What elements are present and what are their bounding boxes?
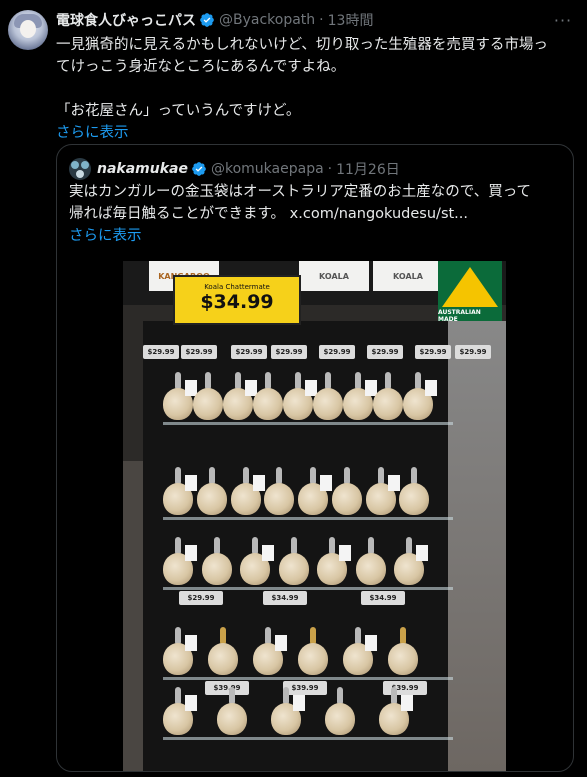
product-tag xyxy=(401,695,413,711)
quote-text-line: 実はカンガルーの金玉袋はオーストラリア定番のお土産なので、買って xyxy=(69,184,531,200)
product-tag xyxy=(365,635,377,651)
glass-shelf xyxy=(163,422,453,425)
quote-avatar xyxy=(69,158,91,180)
kangaroo-pouch xyxy=(298,643,328,675)
product-tag xyxy=(387,475,400,491)
product-tag xyxy=(416,545,429,561)
kangaroo-pouch xyxy=(325,703,355,735)
price-tag: $39.99 xyxy=(283,681,327,695)
separator-dot: · xyxy=(319,12,324,28)
tweet-header: 電球食人びゃっこパス @Byackopath · 13時間 xyxy=(56,10,373,30)
product-tag xyxy=(339,545,352,561)
quote-handle: @komukaepapa xyxy=(210,161,324,177)
more-dots-icon[interactable]: ··· xyxy=(553,10,573,30)
quote-show-more-link[interactable]: さらに表示 xyxy=(69,225,565,247)
quote-text: 実はカンガルーの金玉袋はオーストラリア定番のお土産なので、買って 帰れば毎日触る… xyxy=(69,181,565,247)
australian-made-logo: AUSTRALIAN MADE xyxy=(438,261,502,327)
kangaroo-pouch xyxy=(373,388,403,420)
glass-shelf xyxy=(163,517,453,520)
price-tag: $29.99 xyxy=(231,345,267,359)
tweet[interactable]: 電球食人びゃっこパス @Byackopath · 13時間 ··· 一見猟奇的に… xyxy=(0,0,587,777)
product-tag xyxy=(320,475,332,491)
quote-date: 11月26日 xyxy=(336,162,400,178)
price-tag: $29.99 xyxy=(455,345,491,359)
glass-shelf xyxy=(163,677,453,680)
product-tag xyxy=(185,545,197,561)
price-sign: Koala Chattermate $34.99 xyxy=(173,275,301,325)
quote-text-line: 帰れば毎日触ることができます。 x.com/nangokudesu/st... xyxy=(69,206,469,222)
product-tag xyxy=(275,635,287,651)
price-tag: $29.99 xyxy=(179,591,223,605)
tweet-text-line xyxy=(56,78,576,100)
price-tag: $29.99 xyxy=(367,345,403,359)
kangaroo-pouch xyxy=(217,703,247,735)
verified-badge-icon xyxy=(192,162,206,176)
price-tag: $29.99 xyxy=(181,345,217,359)
product-card: KOALA xyxy=(373,261,443,291)
product-tag xyxy=(185,635,197,651)
product-tag xyxy=(425,380,437,396)
timestamp[interactable]: 13時間 xyxy=(328,10,374,30)
kangaroo-pouch xyxy=(278,553,309,585)
price-tag: $29.99 xyxy=(415,345,451,359)
quoted-tweet[interactable]: nakamukae @komukaepapa · 11月26日 実はカンガルーの… xyxy=(56,144,574,772)
quote-header: nakamukae @komukaepapa · 11月26日 xyxy=(69,158,400,180)
product-tag xyxy=(262,545,275,561)
kangaroo-pouch xyxy=(388,643,418,675)
kangaroo-pouch xyxy=(201,553,232,585)
floor-right xyxy=(446,321,506,771)
quote-photo[interactable]: KANGAROO KOALA KOALA AUSTRALIAN MADE Koa… xyxy=(123,261,506,771)
tweet-text-line: てけっこう身近なところにあるんですよね。 xyxy=(56,59,346,75)
verified-badge-icon xyxy=(200,13,214,27)
price-tag: $29.99 xyxy=(271,345,307,359)
separator-dot: · xyxy=(327,161,333,177)
kangaroo-pouch xyxy=(208,643,238,675)
price-tag: $39.99 xyxy=(205,681,249,695)
tweet-text: 一見猟奇的に見えるかもしれないけど、切り取った生殖器を売買する市場っ てけっこう… xyxy=(56,34,576,144)
kangaroo-pouch xyxy=(399,483,430,515)
product-tag xyxy=(185,695,197,711)
price-tag: $29.99 xyxy=(319,345,355,359)
price-tag: $34.99 xyxy=(263,591,307,605)
kangaroo-pouch xyxy=(253,388,283,420)
tweet-text-line: 「お花屋さん」っていうんですけど。 xyxy=(56,103,301,119)
user-avatar[interactable] xyxy=(8,10,48,50)
kangaroo-pouch xyxy=(264,483,295,515)
display-name[interactable]: 電球食人びゃっこパス xyxy=(56,10,196,30)
price-tag: $39.99 xyxy=(383,681,427,695)
kangaroo-pouch xyxy=(355,553,386,585)
product-card: KOALA xyxy=(299,261,369,291)
user-handle[interactable]: @Byackopath xyxy=(219,12,315,28)
product-tag xyxy=(293,695,305,711)
kangaroo-pouch xyxy=(331,483,362,515)
glass-shelf xyxy=(163,587,453,590)
glass-shelf xyxy=(163,737,453,740)
kangaroo-pouch xyxy=(193,388,223,420)
sign-price: $34.99 xyxy=(200,291,274,313)
quote-display-name: nakamukae xyxy=(97,161,188,177)
product-tag xyxy=(185,475,197,491)
tweet-text-line: 一見猟奇的に見えるかもしれないけど、切り取った生殖器を売買する市場っ xyxy=(56,37,548,53)
sign-product-name: Koala Chattermate xyxy=(204,283,270,291)
product-tag xyxy=(252,475,265,491)
floor-left xyxy=(123,461,143,771)
kangaroo-pouch xyxy=(196,483,227,515)
show-more-link[interactable]: さらに表示 xyxy=(56,122,576,144)
avatar-face xyxy=(20,20,36,38)
price-tag: $34.99 xyxy=(361,591,405,605)
kangaroo-pouch xyxy=(313,388,343,420)
price-tag: $29.99 xyxy=(143,345,179,359)
